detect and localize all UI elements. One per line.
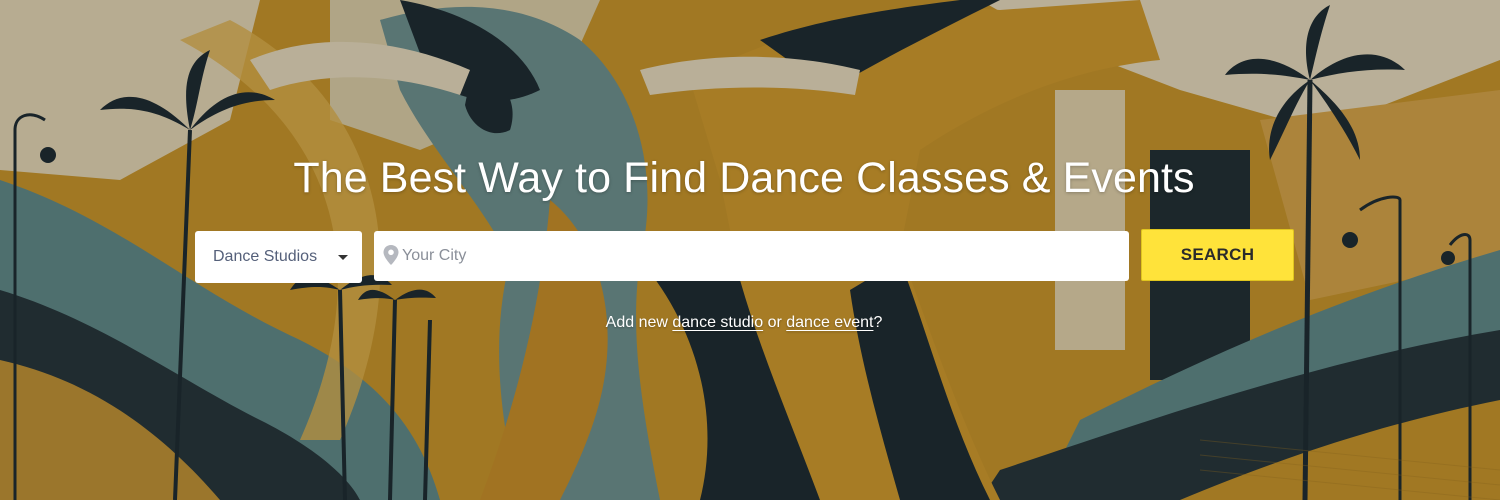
add-listing-prompt: Add new dance studio or dance event? [0,313,1488,333]
caret-down-icon [338,255,348,260]
add-dance-event-link[interactable]: dance event [786,314,873,331]
page-title: The Best Way to Find Dance Classes & Eve… [293,154,1195,202]
category-dropdown[interactable]: Dance Studios [195,231,362,283]
map-pin-icon [383,245,399,265]
add-suffix-text: ? [873,314,883,331]
add-dance-studio-link[interactable]: dance studio [672,314,763,331]
search-button[interactable]: SEARCH [1141,229,1294,281]
city-input[interactable] [402,231,1117,281]
category-selected-value: Dance Studios [213,248,318,265]
add-middle-text: or [767,314,782,331]
city-search-field[interactable] [374,231,1129,281]
add-prefix-text: Add new [605,314,668,331]
